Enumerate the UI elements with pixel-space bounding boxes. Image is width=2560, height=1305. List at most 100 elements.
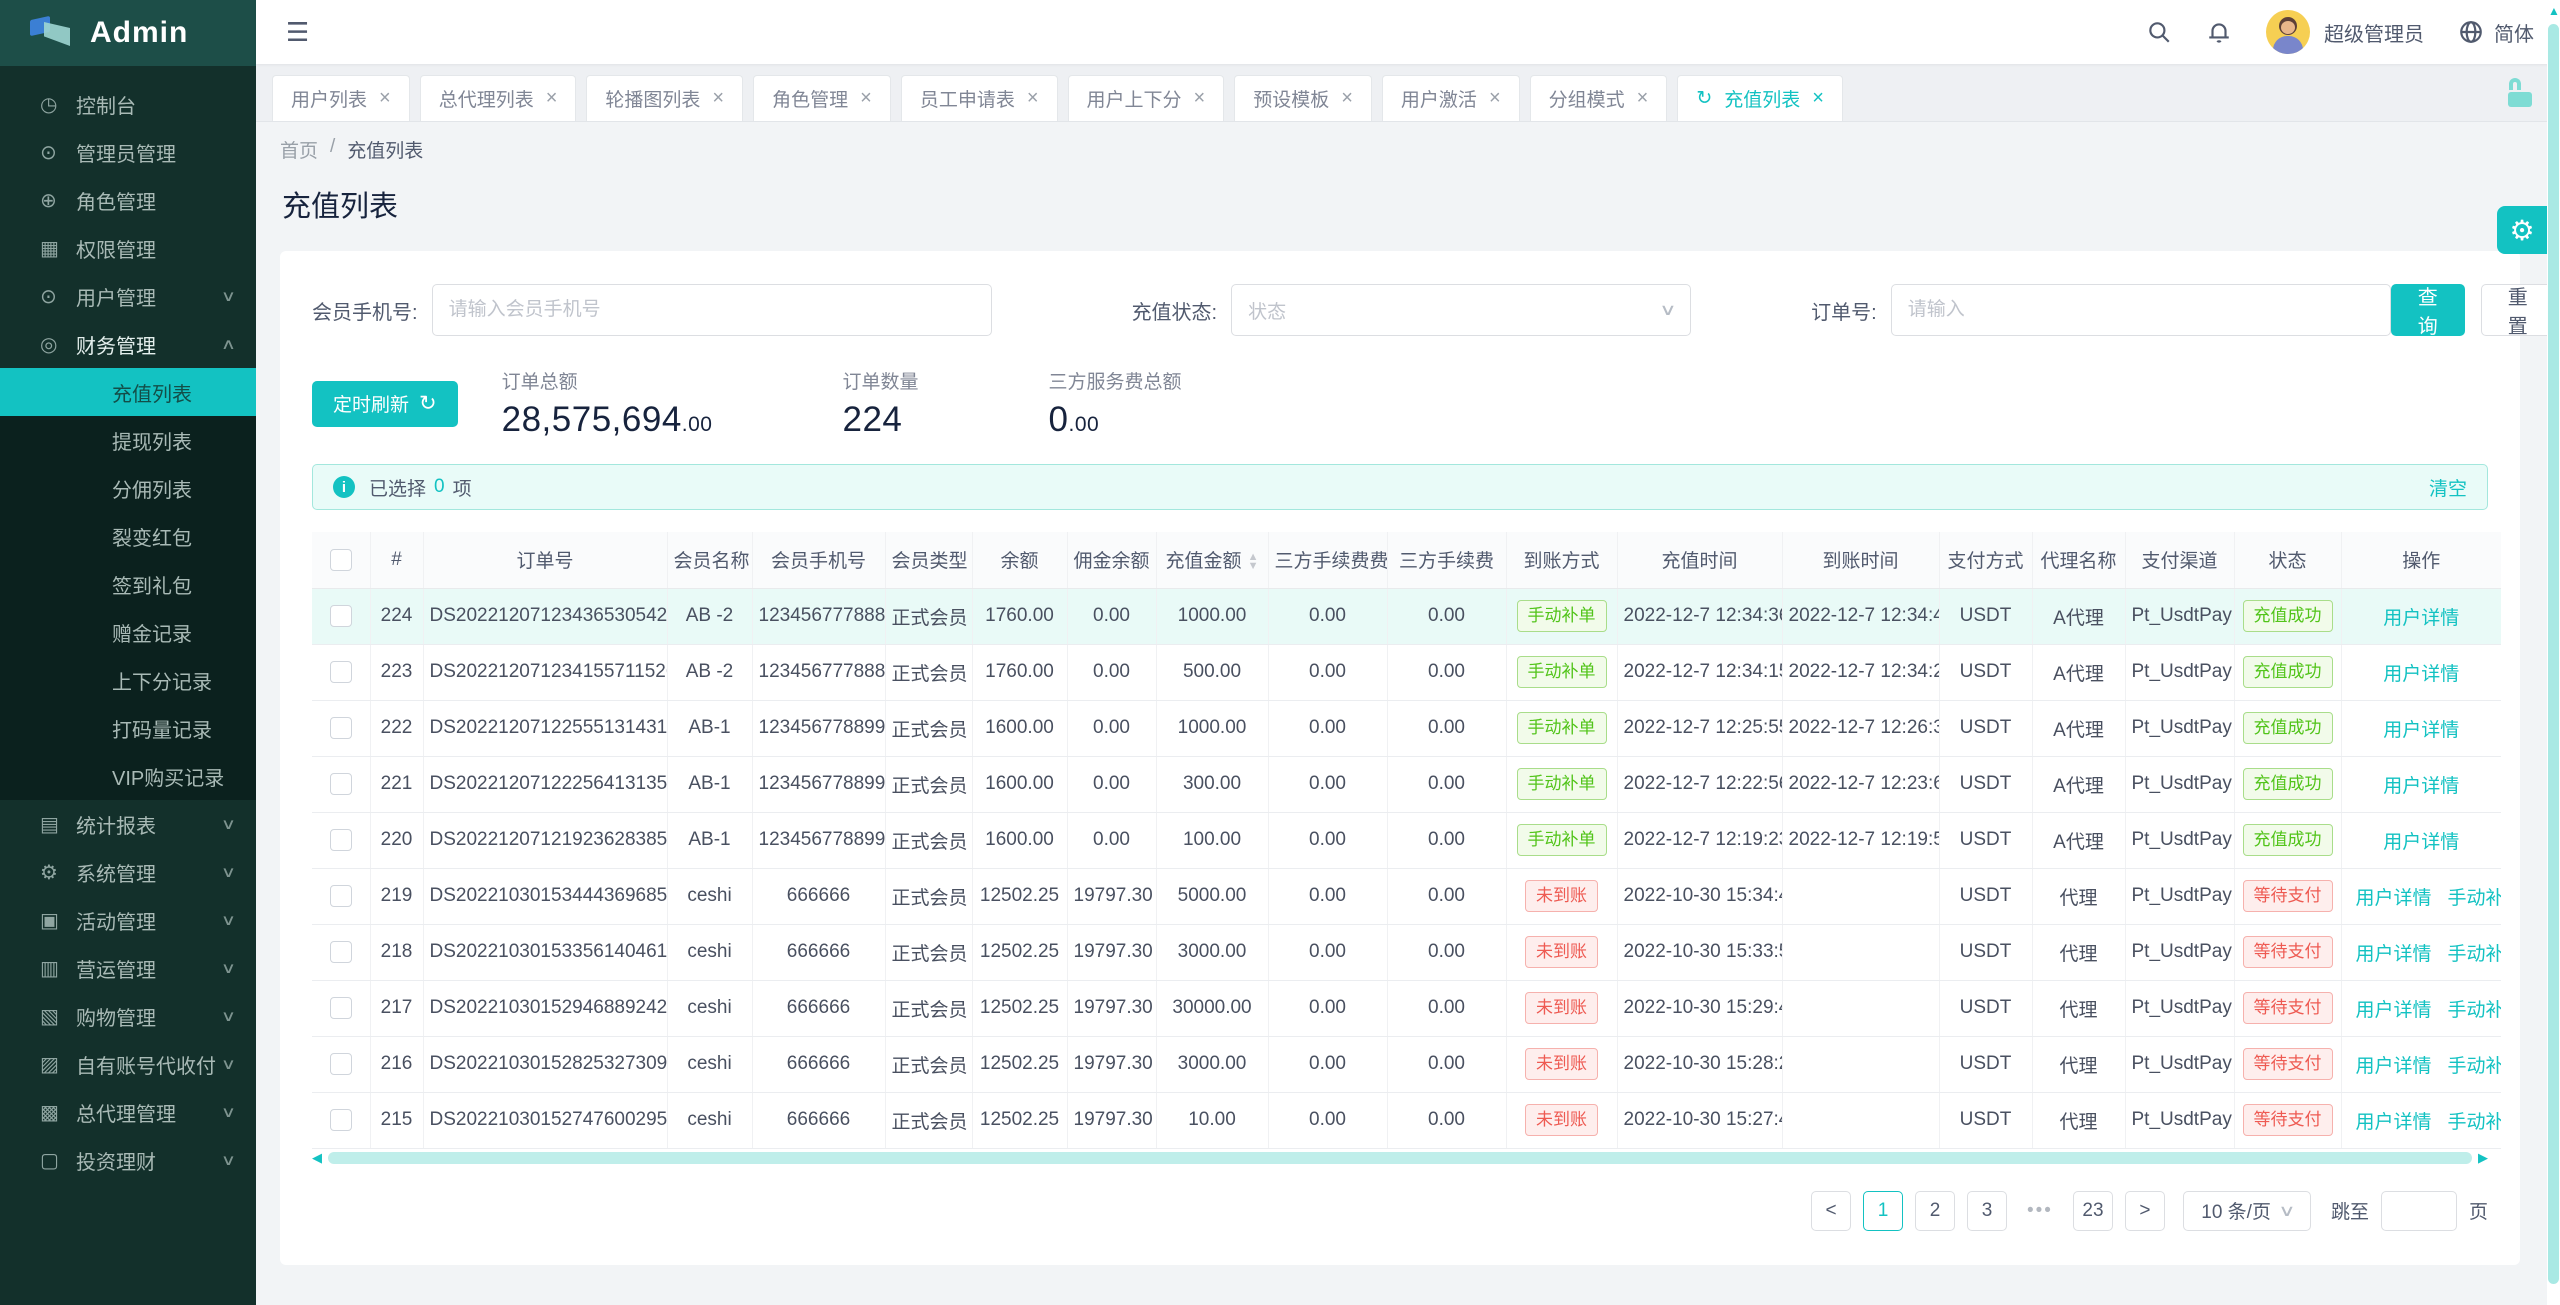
tab-close-icon[interactable]: × [1027,87,1039,110]
page-tab[interactable]: 轮播图列表 × [586,75,743,121]
phone-filter-input[interactable] [432,284,992,336]
jump-page-input[interactable] [2381,1191,2457,1231]
sidebar-item[interactable]: ◷ 控制台 [0,80,256,128]
page-button[interactable]: 3 [1967,1191,2007,1231]
row-checkbox[interactable] [330,1053,352,1075]
tab-close-icon[interactable]: × [1812,87,1824,110]
sidebar-item[interactable]: 打码量记录 [0,704,256,752]
page-tab[interactable]: 用户激活 × [1382,75,1520,121]
sidebar-item[interactable]: ▦ 权限管理 [0,224,256,272]
tab-close-icon[interactable]: × [712,87,724,110]
sidebar-item[interactable]: ▩ 总代理管理 ∨ [0,1088,256,1136]
sidebar-item[interactable]: ▥ 营运管理 ∨ [0,944,256,992]
status-filter-select[interactable]: 状态 ∨ [1231,284,1691,336]
tab-close-icon[interactable]: × [1489,87,1501,110]
manual-reorder-link[interactable]: 手动补单 [2448,1107,2501,1134]
sidebar-item[interactable]: 赠金记录 [0,608,256,656]
settings-gear-button[interactable]: ⚙ [2497,206,2547,254]
user-detail-link[interactable]: 用户详情 [2383,603,2459,630]
column-header[interactable]: 会员手机号▲▼ [752,532,885,588]
page-button[interactable]: 23 [2073,1191,2113,1231]
column-header[interactable]: 余额▲▼ [972,532,1067,588]
user-detail-link[interactable]: 用户详情 [2383,715,2459,742]
column-header[interactable]: 佣金余额▲▼ [1067,532,1156,588]
scroll-up-icon[interactable]: ▲ [2548,4,2560,18]
language-switcher[interactable]: 简体 [2458,18,2534,47]
sidebar-item[interactable]: 裂变红包 [0,512,256,560]
search-icon[interactable] [2146,19,2172,45]
sidebar-item[interactable]: 上下分记录 [0,656,256,704]
column-header[interactable]: 三方手续费费率▲▼ [1268,532,1387,588]
tab-close-icon[interactable]: × [1637,87,1649,110]
page-tab[interactable]: ↻ 充值列表 × [1677,75,1843,121]
row-checkbox[interactable] [330,1109,352,1131]
sidebar-item[interactable]: ▨ 自有账号代收付 ∨ [0,1040,256,1088]
column-header[interactable]: 支付渠道▲▼ [2125,532,2234,588]
user-detail-link[interactable]: 用户详情 [2356,1107,2432,1134]
row-checkbox[interactable] [330,661,352,683]
sidebar-item[interactable]: 提现列表 [0,416,256,464]
horizontal-scrollbar[interactable]: ◀ ▶ [312,1151,2488,1165]
page-tab[interactable]: 总代理列表 × [420,75,577,121]
page-tab[interactable]: 角色管理 × [753,75,891,121]
reset-button[interactable]: 重置 [2481,284,2555,336]
row-checkbox[interactable] [330,829,352,851]
menu-fold-icon[interactable]: ☰ [286,17,309,48]
user-detail-link[interactable]: 用户详情 [2356,1051,2432,1078]
notification-bell-icon[interactable] [2206,19,2232,45]
vertical-scrollbar[interactable]: ▲ [2547,0,2560,1305]
page-tab[interactable]: 员工申请表 × [901,75,1058,121]
sidebar-item[interactable]: 签到礼包 [0,560,256,608]
column-header[interactable]: 支付方式▲▼ [1939,532,2032,588]
user-menu[interactable]: 超级管理员 [2266,10,2424,54]
sidebar-item[interactable]: 分佣列表 [0,464,256,512]
sidebar-item[interactable]: ⊙ 用户管理 ∨ [0,272,256,320]
sidebar-item[interactable]: ⚙ 系统管理 ∨ [0,848,256,896]
column-header[interactable]: 到账方式▲▼ [1506,532,1617,588]
manual-reorder-link[interactable]: 手动补单 [2448,939,2501,966]
sidebar-item[interactable]: 充值列表 [0,368,256,416]
tab-close-icon[interactable]: × [860,87,872,110]
sort-icon[interactable]: ▲▼ [1248,553,1259,571]
column-header[interactable]: 充值时间▲▼ [1617,532,1782,588]
order-filter-input[interactable] [1891,284,2391,336]
search-button[interactable]: 查询 [2391,284,2465,336]
scroll-right-icon[interactable]: ▶ [2472,1150,2488,1166]
user-detail-link[interactable]: 用户详情 [2356,939,2432,966]
user-detail-link[interactable]: 用户详情 [2383,659,2459,686]
tab-close-icon[interactable]: × [379,87,391,110]
page-tab[interactable]: 预设模板 × [1234,75,1372,121]
sidebar-item[interactable]: ◎ 财务管理 ∧ [0,320,256,368]
manual-reorder-link[interactable]: 手动补单 [2448,995,2501,1022]
page-button[interactable]: 2 [1915,1191,1955,1231]
row-checkbox[interactable] [330,997,352,1019]
column-header[interactable]: 订单号▲▼ [423,532,667,588]
manual-reorder-link[interactable]: 手动补单 [2448,883,2501,910]
row-checkbox[interactable] [330,605,352,627]
page-tab[interactable]: 用户上下分 × [1068,75,1225,121]
column-header[interactable]: 代理名称▲▼ [2032,532,2125,588]
column-header[interactable]: 状态▲▼ [2234,532,2341,588]
column-header[interactable]: 充值金额▲▼ [1156,532,1268,588]
row-checkbox[interactable] [330,885,352,907]
user-detail-link[interactable]: 用户详情 [2383,827,2459,854]
sidebar-item[interactable]: ⊙ 管理员管理 [0,128,256,176]
scrollbar-track[interactable] [328,1152,2472,1164]
page-button[interactable]: ••• [2019,1191,2061,1231]
row-checkbox[interactable] [330,773,352,795]
auto-refresh-button[interactable]: 定时刷新↻ [312,381,458,427]
select-all-checkbox[interactable] [330,549,352,571]
user-detail-link[interactable]: 用户详情 [2383,771,2459,798]
page-tab[interactable]: 分组模式 × [1530,75,1668,121]
page-button[interactable]: < [1811,1191,1851,1231]
user-detail-link[interactable]: 用户详情 [2356,995,2432,1022]
clear-selection-link[interactable]: 清空 [2429,474,2467,501]
column-header[interactable]: 操作▲▼ [2341,532,2501,588]
manual-reorder-link[interactable]: 手动补单 [2448,1051,2501,1078]
sidebar-item[interactable]: VIP购买记录 [0,752,256,800]
row-checkbox[interactable] [330,717,352,739]
column-header[interactable]: 三方手续费▲▼ [1387,532,1506,588]
sidebar-item[interactable]: ▤ 统计报表 ∨ [0,800,256,848]
page-button[interactable]: 1 [1863,1191,1903,1231]
column-header[interactable]: 会员类型▲▼ [885,532,972,588]
